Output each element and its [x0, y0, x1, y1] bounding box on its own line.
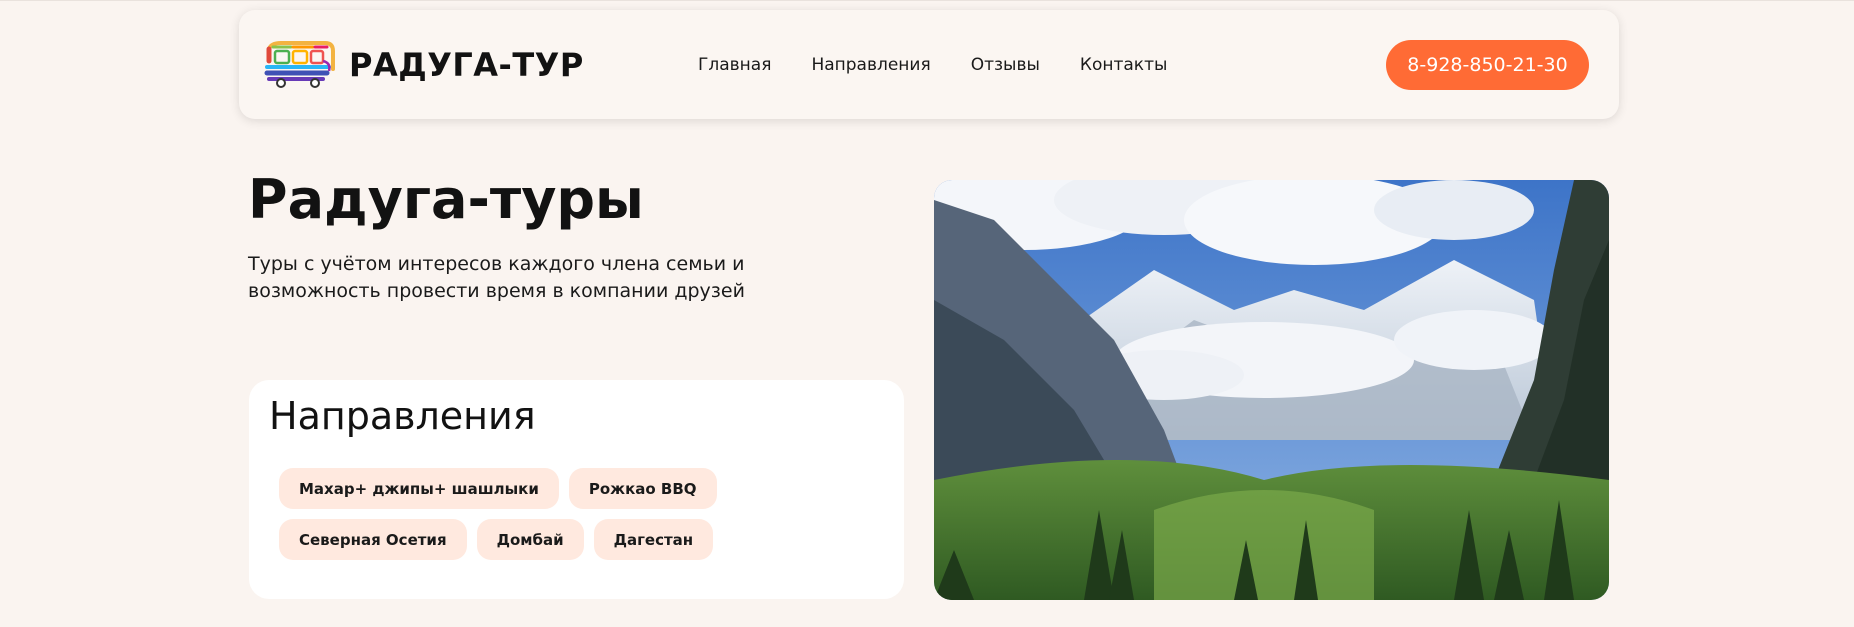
directions-title: Направления — [269, 394, 536, 438]
nav-item-directions[interactable]: Направления — [811, 55, 930, 75]
top-divider — [0, 0, 1854, 1]
main-nav: Главная Направления Отзывы Контакты — [698, 10, 1167, 119]
nav-item-reviews[interactable]: Отзывы — [971, 55, 1040, 75]
direction-chip-north-ossetia[interactable]: Северная Осетия — [279, 519, 467, 560]
directions-card: Направления Махар+ джипы+ шашлыки Рожкао… — [249, 380, 904, 599]
phone-button[interactable]: 8-928-850-21-30 — [1386, 40, 1589, 90]
directions-chip-list: Махар+ джипы+ шашлыки Рожкао BBQ Северна… — [279, 468, 869, 560]
hero-title: Радуга-туры — [248, 168, 644, 231]
rainbow-bus-icon — [264, 41, 335, 88]
brand-name: РАДУГА-ТУР — [349, 46, 584, 84]
site-header: РАДУГА-ТУР Главная Направления Отзывы Ко… — [239, 10, 1619, 119]
hero-subtitle: Туры с учётом интересов каждого члена се… — [248, 253, 745, 302]
direction-chip-dagestan[interactable]: Дагестан — [593, 519, 714, 560]
mountain-landscape-photo — [934, 180, 1609, 600]
direction-chip-dombai[interactable]: Домбай — [476, 519, 584, 560]
nav-item-home[interactable]: Главная — [698, 55, 771, 75]
direction-chip-rozhkao[interactable]: Рожкао BBQ — [568, 468, 717, 509]
nav-item-contacts[interactable]: Контакты — [1080, 55, 1168, 75]
direction-chip-makhar[interactable]: Махар+ джипы+ шашлыки — [279, 468, 559, 509]
brand[interactable]: РАДУГА-ТУР — [263, 39, 584, 91]
mountain-landscape-illustration — [934, 180, 1609, 600]
